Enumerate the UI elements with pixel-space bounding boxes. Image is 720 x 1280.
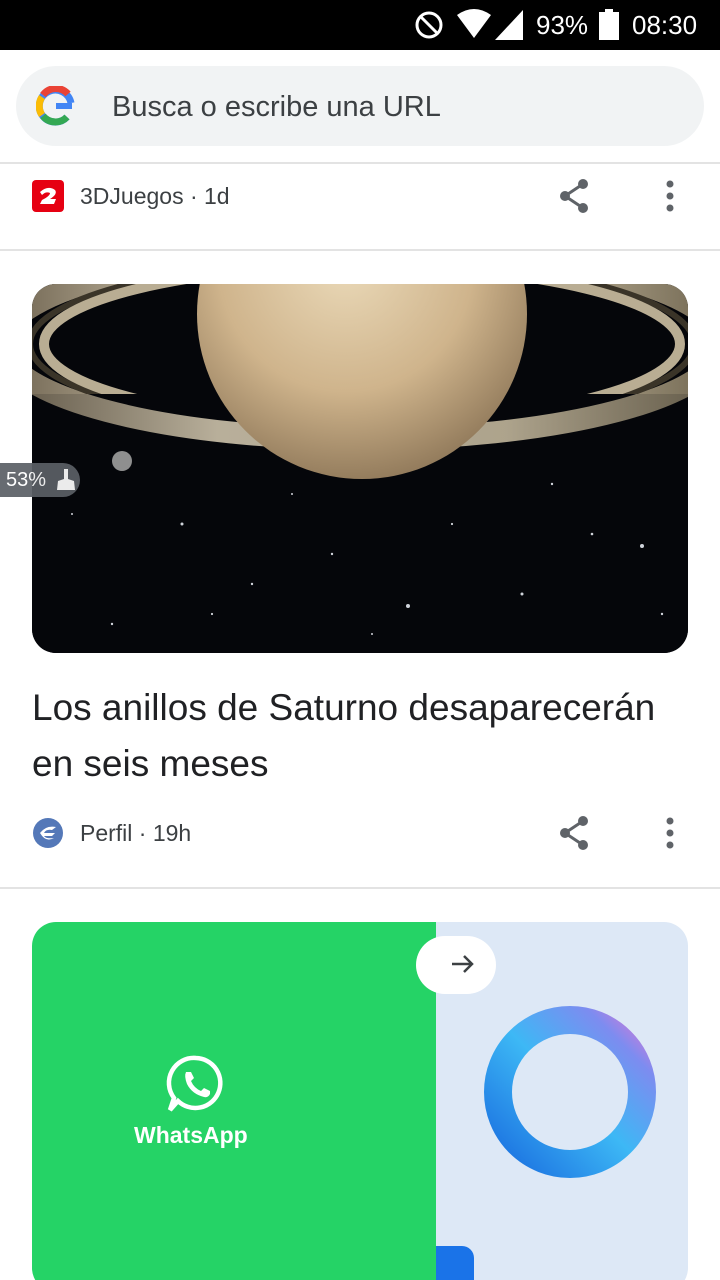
battery-icon — [598, 9, 620, 46]
divider — [0, 162, 720, 164]
omnibox[interactable]: Busca o escribe una URL — [16, 66, 704, 146]
chip — [416, 936, 496, 994]
divider — [0, 249, 720, 251]
signal-icon — [494, 9, 524, 46]
share-icon[interactable] — [552, 813, 596, 853]
wifi-icon — [456, 9, 492, 44]
search-placeholder: Busca o escribe una URL — [112, 91, 441, 123]
share-icon[interactable] — [552, 176, 596, 216]
battery-percent: 93% — [536, 10, 589, 40]
whatsapp-logo-icon — [166, 1054, 226, 1119]
do-not-disturb-icon — [414, 10, 444, 45]
status-bar: 93% 08:30 — [0, 0, 720, 50]
floating-widget-percent: 53% — [6, 469, 47, 491]
blue-button — [436, 1246, 474, 1280]
article-source-row: 3DJuegos · 1d — [0, 166, 720, 226]
3djuegos-logo — [32, 180, 64, 212]
article-source: 3DJuegos · 1d — [80, 183, 230, 209]
cortana-ring-icon — [480, 1002, 660, 1187]
saturn-rings-image[interactable] — [32, 284, 688, 653]
floating-ram-cleaner-widget[interactable]: 53% — [0, 463, 80, 497]
whatsapp-wordmark: WhatsApp — [134, 1122, 248, 1148]
divider — [0, 887, 720, 889]
perfil-logo — [32, 817, 64, 849]
google-g-logo — [35, 84, 76, 131]
broom-icon — [56, 469, 76, 496]
more-vert-icon[interactable] — [650, 176, 690, 216]
clock: 08:30 — [632, 10, 698, 40]
article-source-row: Perfil · 19h — [0, 803, 720, 863]
whatsapp-cortana-image[interactable]: WhatsApp — [32, 922, 688, 1280]
article-source: Perfil · 19h — [80, 820, 192, 846]
more-vert-icon[interactable] — [650, 813, 690, 853]
cortana-panel — [416, 922, 688, 1280]
whatsapp-panel: WhatsApp — [32, 922, 436, 1280]
article-headline[interactable]: Los anillos de Saturno desaparecerán en … — [32, 680, 688, 792]
